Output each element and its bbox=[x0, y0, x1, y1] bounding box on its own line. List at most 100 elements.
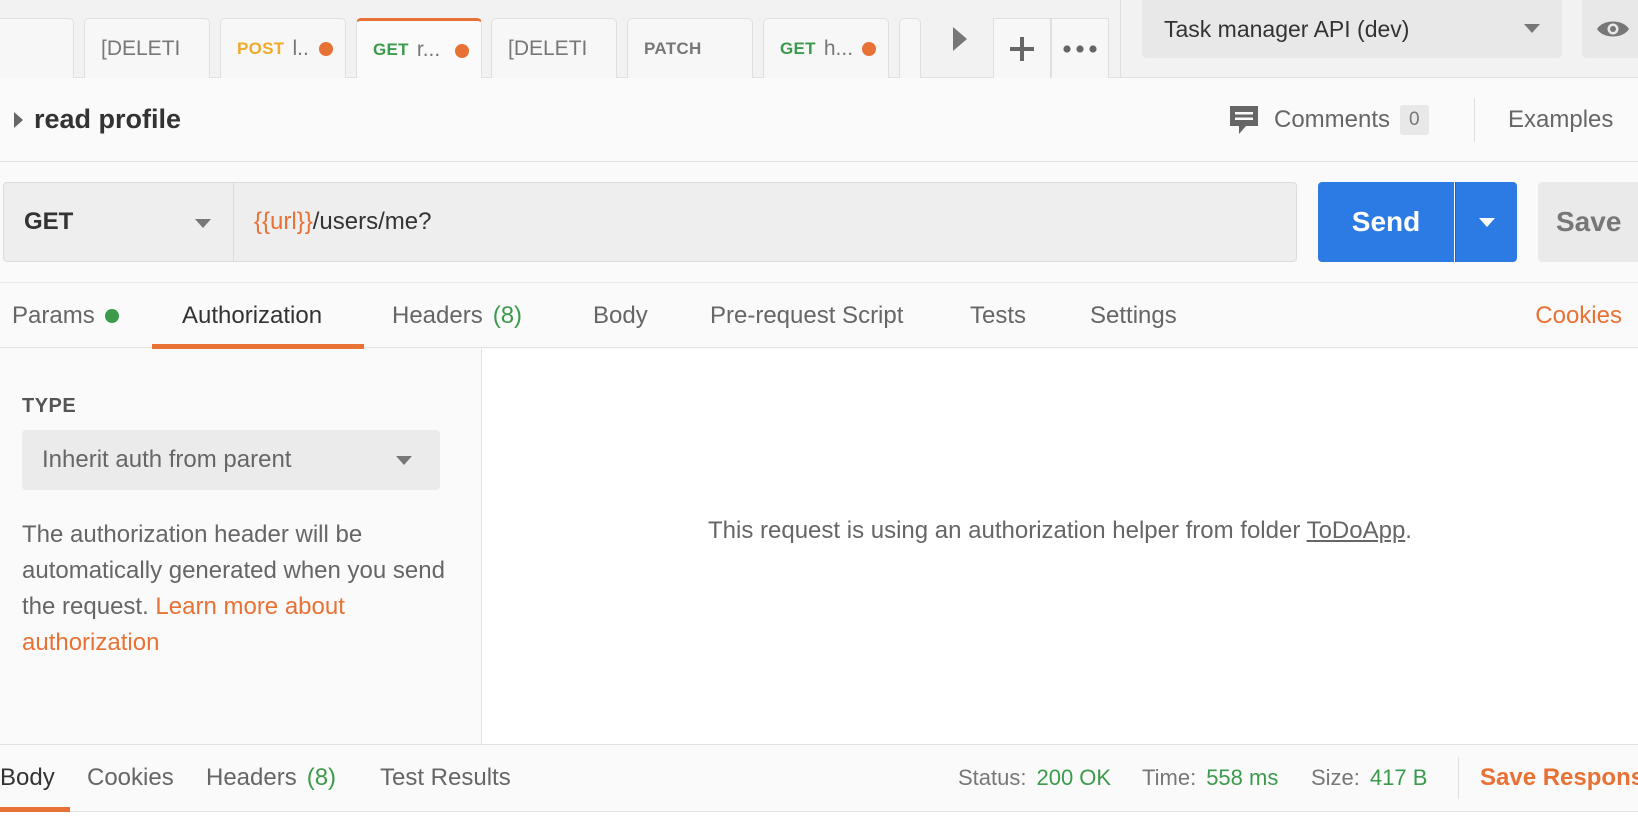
url-bar: GET {{url}}/users/me? Send Save bbox=[0, 162, 1638, 282]
send-label: Send bbox=[1351, 206, 1421, 237]
tab-label: Body bbox=[0, 764, 55, 791]
auth-type-pane: TYPE Inherit auth from parent The author… bbox=[0, 349, 482, 744]
tab-label: Pre-request Script bbox=[710, 302, 904, 329]
response-status[interactable]: Status: 200 OK bbox=[958, 745, 1111, 811]
tab-label: Headers bbox=[206, 764, 297, 791]
chevron-down-icon bbox=[1524, 24, 1540, 33]
examples-label: Examples bbox=[1508, 106, 1614, 133]
tab-label: Body bbox=[593, 302, 648, 329]
tab-label: Cookies bbox=[87, 764, 174, 791]
tab-params[interactable]: Params bbox=[12, 283, 119, 349]
auth-helper-message: This request is using an authorization h… bbox=[482, 517, 1638, 545]
headers-count: (8) bbox=[492, 302, 523, 329]
auth-description: The authorization header will be automat… bbox=[22, 517, 452, 661]
url-variable: {{url}} bbox=[254, 208, 313, 235]
tab-label: Settings bbox=[1090, 302, 1177, 329]
plus-icon bbox=[1010, 36, 1034, 61]
tab-name: [DELETI bbox=[508, 36, 588, 60]
tab-headers[interactable]: Headers (8) bbox=[392, 283, 522, 349]
tab-method: GET bbox=[780, 38, 816, 58]
status-label: Status: bbox=[958, 765, 1027, 790]
tab-pre-request-script[interactable]: Pre-request Script bbox=[710, 283, 903, 349]
send-button[interactable]: Send bbox=[1318, 182, 1454, 262]
tab-tests[interactable]: Tests bbox=[970, 283, 1026, 349]
request-url-input[interactable]: {{url}}/users/me? bbox=[233, 182, 1297, 262]
examples-button[interactable]: Examples bbox=[1508, 106, 1613, 134]
chevron-down-icon bbox=[396, 456, 412, 465]
headers-count: (8) bbox=[306, 764, 337, 791]
unsaved-changes-dot bbox=[319, 42, 333, 56]
auth-type-value: Inherit auth from parent bbox=[42, 446, 292, 473]
tab-label: Tests bbox=[970, 302, 1027, 329]
tab-settings[interactable]: Settings bbox=[1090, 283, 1177, 349]
chevron-down-icon bbox=[1478, 217, 1495, 227]
request-tab-1[interactable]: [DELETI bbox=[84, 18, 210, 78]
helper-message-text: This request is using an authorization h… bbox=[708, 517, 1307, 544]
request-tab-3-active[interactable]: GET r... bbox=[356, 18, 482, 79]
save-button[interactable]: Save bbox=[1538, 182, 1638, 262]
params-set-indicator bbox=[104, 309, 119, 323]
scroll-tabs-right-icon[interactable] bbox=[940, 0, 980, 78]
unsaved-changes-dot bbox=[455, 44, 469, 58]
environment-quick-look-button[interactable] bbox=[1582, 0, 1638, 58]
size-value: 417 B bbox=[1369, 765, 1428, 790]
divider bbox=[1458, 757, 1459, 799]
helper-message-suffix: . bbox=[1405, 517, 1412, 544]
response-tab-body[interactable]: Body bbox=[0, 745, 55, 811]
new-tab-button[interactable] bbox=[993, 18, 1051, 78]
tab-body[interactable]: Body bbox=[593, 283, 648, 349]
http-method-value: GET bbox=[24, 208, 74, 235]
eye-icon bbox=[1597, 21, 1629, 37]
response-bar: Body Cookies Headers (8) Test Results St… bbox=[0, 744, 1638, 812]
request-tab-2[interactable]: POST l.. bbox=[220, 18, 346, 78]
tab-name: r... bbox=[416, 38, 441, 61]
tab-label: Params bbox=[12, 302, 95, 329]
response-tab-headers[interactable]: Headers (8) bbox=[206, 745, 336, 811]
expand-description-icon[interactable] bbox=[14, 112, 23, 128]
tab-authorization[interactable]: Authorization bbox=[182, 283, 322, 349]
tab-name: l.. bbox=[292, 36, 309, 60]
comments-button[interactable]: Comments 0 bbox=[1228, 100, 1429, 140]
request-name[interactable]: read profile bbox=[34, 104, 181, 135]
save-label: Save bbox=[1556, 206, 1622, 237]
response-size[interactable]: Size: 417 B bbox=[1311, 745, 1427, 811]
auth-type-select[interactable]: Inherit auth from parent bbox=[22, 430, 440, 490]
tab-label: Test Results bbox=[380, 764, 511, 791]
request-config-tabs: Params Authorization Headers (8) Body Pr… bbox=[0, 282, 1638, 349]
tab-label: Authorization bbox=[182, 302, 323, 329]
environment-name: Task manager API (dev) bbox=[1164, 15, 1410, 42]
unsaved-changes-dot bbox=[862, 42, 876, 56]
comment-icon bbox=[1230, 106, 1258, 134]
request-tab-5[interactable]: PATCH bbox=[627, 18, 753, 78]
save-response-label: Save Respons bbox=[1480, 764, 1638, 791]
response-tab-test-results[interactable]: Test Results bbox=[380, 745, 511, 811]
save-response-button[interactable]: Save Respons bbox=[1480, 745, 1638, 811]
tab-method: GET bbox=[373, 40, 409, 59]
response-tab-cookies[interactable]: Cookies bbox=[87, 745, 174, 811]
request-title-row: read profile Comments 0 Examples bbox=[0, 78, 1638, 162]
comments-count-badge: 0 bbox=[1400, 105, 1429, 135]
tab-name: h... bbox=[823, 36, 854, 60]
environment-select[interactable]: Task manager API (dev) bbox=[1142, 0, 1562, 58]
response-body-area bbox=[0, 812, 1638, 824]
request-tab-7-partial[interactable] bbox=[899, 18, 921, 78]
authorization-panel: TYPE Inherit auth from parent The author… bbox=[0, 349, 1638, 744]
status-value: 200 OK bbox=[1036, 765, 1112, 790]
http-method-select[interactable]: GET bbox=[3, 182, 233, 262]
tab-method: POST bbox=[237, 38, 285, 58]
send-options-button[interactable] bbox=[1455, 182, 1517, 262]
tab-method: PATCH bbox=[644, 38, 702, 58]
time-label: Time: bbox=[1142, 765, 1197, 790]
tab-options-button[interactable] bbox=[1051, 18, 1109, 78]
tab-label: Headers bbox=[392, 302, 483, 329]
size-label: Size: bbox=[1311, 765, 1360, 790]
request-tab-0[interactable]: .. bbox=[0, 18, 74, 78]
request-tab-6[interactable]: GET h... bbox=[763, 18, 889, 78]
chevron-down-icon bbox=[195, 219, 211, 228]
folder-link[interactable]: ToDoApp bbox=[1307, 517, 1406, 544]
cookies-link[interactable]: Cookies bbox=[1535, 283, 1622, 349]
tab-name: [DELETI bbox=[101, 36, 181, 60]
request-tab-4[interactable]: [DELETI bbox=[491, 18, 617, 78]
response-time[interactable]: Time: 558 ms bbox=[1142, 745, 1278, 811]
ellipsis-icon bbox=[1063, 44, 1097, 53]
